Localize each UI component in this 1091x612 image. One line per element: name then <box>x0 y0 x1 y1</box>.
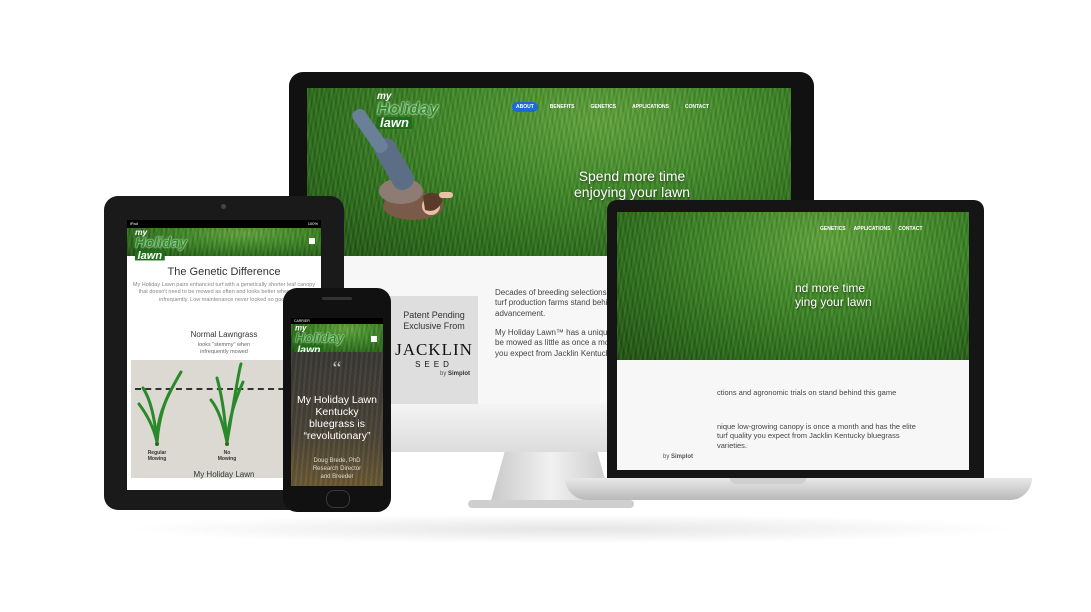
nav-benefits[interactable]: BENEFITS <box>546 102 579 112</box>
laptop-paragraph-1: ctions and agronomic trials on stand beh… <box>717 388 897 397</box>
testimonial-author: Doug Brede, PhD Research Director and Br… <box>312 458 362 480</box>
tablet-status-bar: iPad 100% <box>127 220 321 228</box>
main-navigation: ABOUT BENEFITS GENETICS APPLICATIONS CON… <box>511 102 713 112</box>
site-logo[interactable]: my Holiday lawn <box>377 92 438 131</box>
laptop-hero-banner: GENETICS APPLICATIONS CONTACT nd more ti… <box>617 212 969 360</box>
hero-title: Spend more time enjoying your lawn <box>574 168 690 201</box>
laptop-simplot-logo: by Simplot <box>663 454 694 460</box>
laptop-paragraph-2: nique low-growing canopy is once a month… <box>717 422 916 450</box>
tablet-logo[interactable]: my Holiday lawn <box>135 229 187 262</box>
nav-genetics[interactable]: GENETICS <box>587 102 621 112</box>
phone-speaker <box>322 297 352 300</box>
phone-menu-icon[interactable] <box>371 336 377 342</box>
simplot-logo: by Simplot <box>439 370 470 377</box>
phone-screen: CARRIER my Holiday lawn “ My Holiday Law… <box>291 318 383 486</box>
laptop-nav-contact[interactable]: CONTACT <box>898 226 922 232</box>
laptop-screen: GENETICS APPLICATIONS CONTACT nd more ti… <box>617 212 969 470</box>
laptop-hero-title: nd more time ying your lawn <box>795 281 872 309</box>
label-no-mowing: No Mowing <box>217 450 237 463</box>
nav-applications[interactable]: APPLICATIONS <box>628 102 673 112</box>
patent-badge: Patent Pending Exclusive From JACKLIN SEE… <box>390 296 478 404</box>
tablet-camera <box>221 204 226 209</box>
quote-icon: “ <box>332 358 342 380</box>
devices-shadow <box>120 514 1020 544</box>
nav-about[interactable]: ABOUT <box>511 102 538 112</box>
nav-contact[interactable]: CONTACT <box>681 102 713 112</box>
laptop-navigation: GENETICS APPLICATIONS CONTACT <box>820 226 923 232</box>
testimonial-quote: My Holiday Lawn Kentucky bluegrass is “r… <box>297 394 377 443</box>
phone-header: my Holiday lawn <box>291 324 383 355</box>
laptop-about-section: ctions and agronomic trials on stand beh… <box>617 360 969 470</box>
laptop-nav-applications[interactable]: APPLICATIONS <box>854 226 891 232</box>
menu-icon[interactable] <box>309 238 315 244</box>
desktop-foot <box>468 500 634 508</box>
tablet-header: my Holiday lawn <box>127 228 321 261</box>
jacklin-logo: JACKLIN <box>395 339 473 359</box>
genetics-title: The Genetic Difference <box>167 266 281 278</box>
label-regular-mowing: Regular Mowing <box>147 450 167 463</box>
phone-home-button <box>326 490 350 508</box>
laptop-nav-genetics[interactable]: GENETICS <box>820 226 846 232</box>
laptop-notch <box>730 478 806 484</box>
